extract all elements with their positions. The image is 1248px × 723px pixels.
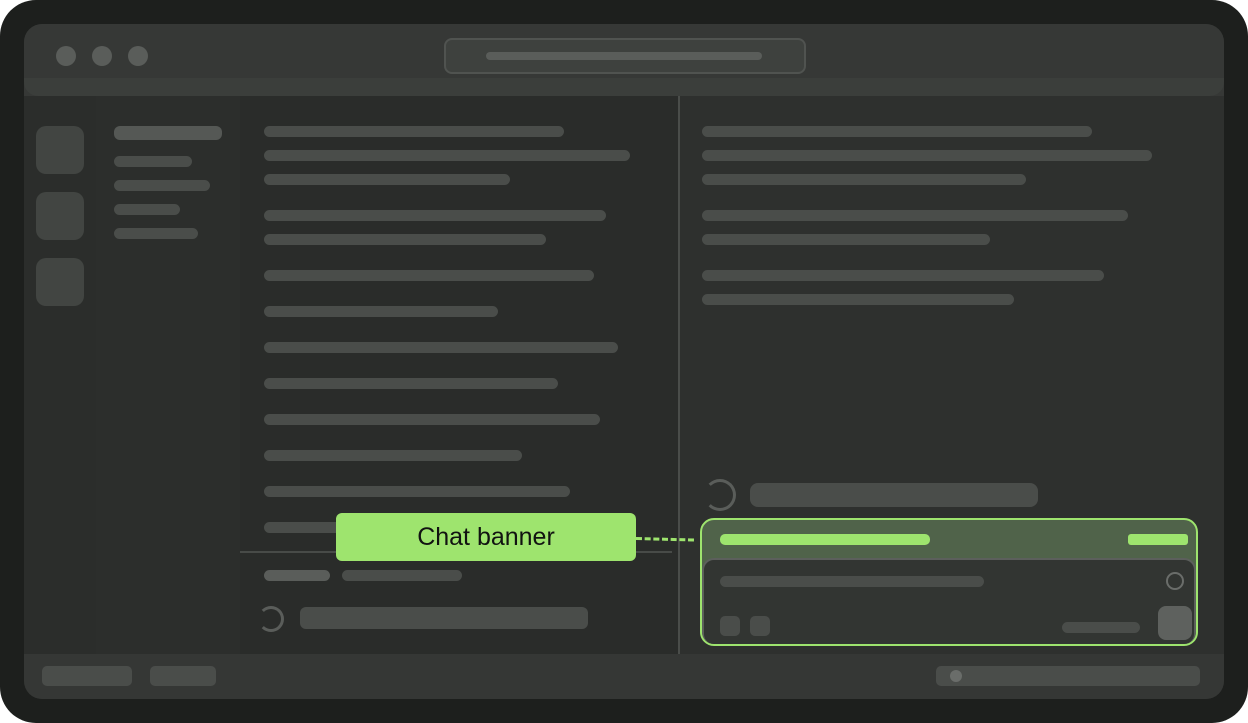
text-line-placeholder [702, 234, 990, 245]
composer-text-placeholder [720, 576, 984, 587]
status-button-2[interactable] [150, 666, 216, 686]
status-dot-icon [950, 670, 962, 682]
address-placeholder [486, 52, 762, 60]
text-line-placeholder [702, 270, 1104, 281]
text-line-placeholder [702, 126, 1092, 137]
sidebar-heading-placeholder [114, 126, 222, 140]
message-list-pane [240, 96, 680, 654]
chat-banner-title-placeholder [720, 534, 930, 545]
loading-placeholder [300, 607, 588, 629]
sidebar-item[interactable] [114, 228, 198, 239]
composer-hint-placeholder [1062, 622, 1140, 633]
icon-rail [24, 96, 96, 654]
rail-button-2[interactable] [36, 192, 84, 240]
send-button[interactable] [1158, 606, 1192, 640]
status-search-placeholder[interactable] [936, 666, 1200, 686]
format-button[interactable] [750, 616, 770, 636]
text-line-placeholder [264, 210, 606, 221]
radio-ring-icon[interactable] [1166, 572, 1184, 590]
text-line-placeholder [702, 294, 1014, 305]
device-frame: Chat banner [0, 0, 1248, 723]
sidebar-item[interactable] [114, 156, 192, 167]
status-bar [24, 654, 1224, 699]
app-window [24, 24, 1224, 699]
rail-button-1[interactable] [36, 126, 84, 174]
maximize-dot-icon[interactable] [128, 46, 148, 66]
section-tag-placeholder [264, 570, 330, 581]
minimize-dot-icon[interactable] [92, 46, 112, 66]
text-line-placeholder [264, 450, 522, 461]
loading-placeholder [750, 483, 1038, 507]
attach-button[interactable] [720, 616, 740, 636]
chat-banner-action-placeholder[interactable] [1128, 534, 1188, 545]
chat-banner-card [700, 518, 1198, 646]
text-line-placeholder [264, 306, 498, 317]
loading-spinner-icon [258, 606, 284, 632]
text-line-placeholder [702, 150, 1152, 161]
rail-button-3[interactable] [36, 258, 84, 306]
text-line-placeholder [702, 174, 1026, 185]
close-dot-icon[interactable] [56, 46, 76, 66]
text-line-placeholder [264, 414, 600, 425]
toolbar-strip [24, 78, 1224, 96]
text-line-placeholder [264, 486, 570, 497]
address-bar[interactable] [444, 38, 806, 74]
text-line-placeholder [264, 234, 546, 245]
chat-banner-callout: Chat banner [336, 513, 636, 561]
text-line-placeholder [264, 270, 594, 281]
sidebar-item[interactable] [114, 204, 180, 215]
text-line-placeholder [702, 210, 1128, 221]
text-line-placeholder [264, 342, 618, 353]
text-line-placeholder [264, 378, 558, 389]
loading-spinner-icon [704, 479, 736, 511]
text-line-placeholder [264, 126, 564, 137]
sidebar-item[interactable] [114, 180, 210, 191]
text-line-placeholder [264, 174, 510, 185]
chat-composer[interactable] [702, 558, 1196, 644]
sidebar [96, 96, 240, 654]
section-label-placeholder [342, 570, 462, 581]
status-button-1[interactable] [42, 666, 132, 686]
text-line-placeholder [264, 150, 630, 161]
